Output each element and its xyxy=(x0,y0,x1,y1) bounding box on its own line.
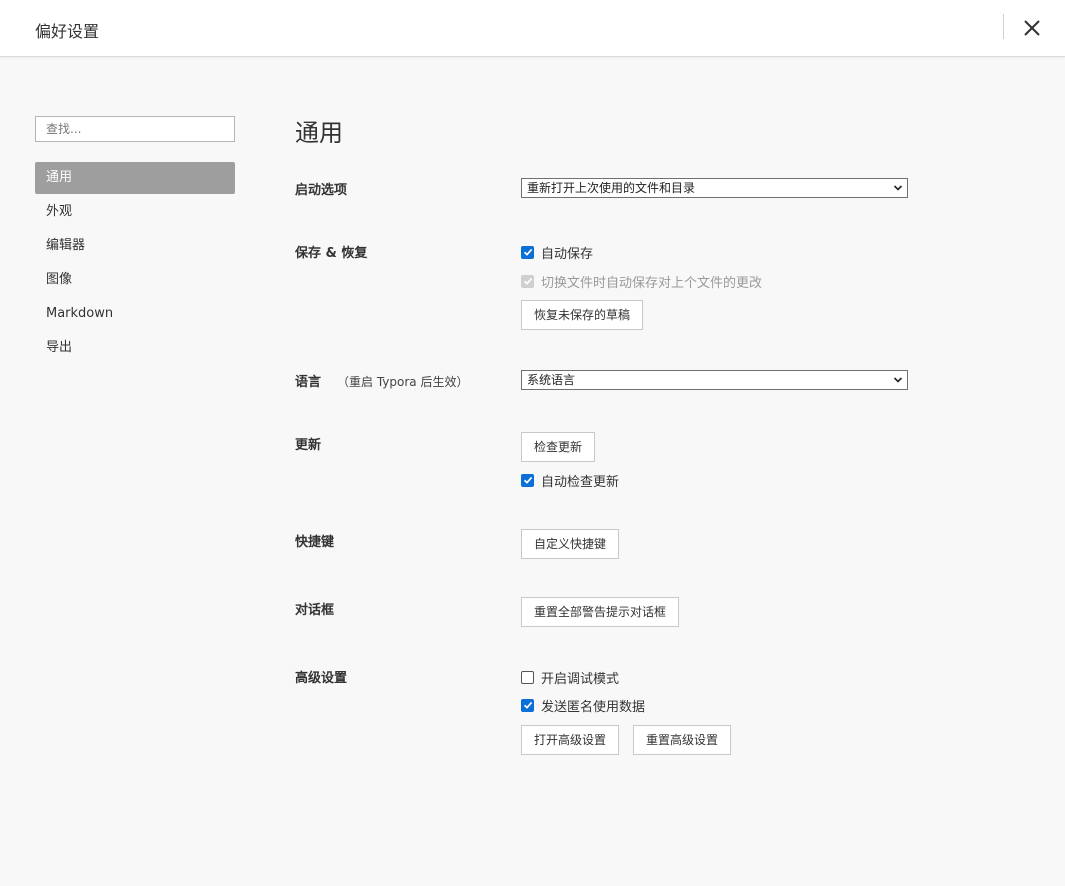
window-title: 偏好设置 xyxy=(35,22,100,41)
title-divider xyxy=(1003,14,1004,39)
shortcuts-label: 快捷键 xyxy=(295,535,335,550)
language-hint: （重启 Typora 后生效） xyxy=(337,375,469,389)
autosave-option[interactable]: 自动保存 xyxy=(521,243,594,262)
save-recover-label: 保存 & 恢复 xyxy=(295,246,368,261)
startup-label: 启动选项 xyxy=(295,183,348,198)
switch-save-option: 切换文件时自动保存对上个文件的更改 xyxy=(521,272,763,291)
sidebar-item-appearance[interactable]: 外观 xyxy=(35,196,235,228)
debug-mode-checkbox[interactable] xyxy=(521,670,534,684)
open-advanced-settings-button[interactable]: 打开高级设置 xyxy=(521,725,620,755)
telemetry-label: 发送匿名使用数据 xyxy=(541,699,646,715)
close-button[interactable] xyxy=(1018,14,1046,42)
sidebar-item-markdown[interactable]: Markdown xyxy=(35,298,235,330)
auto-check-update-option[interactable]: 自动检查更新 xyxy=(521,471,620,490)
switch-save-checkbox xyxy=(521,274,534,288)
language-label: 语言 （重启 Typora 后生效） xyxy=(295,371,468,390)
title-bar: 偏好设置 xyxy=(0,0,1065,57)
startup-select[interactable]: 重新打开上次使用的文件和目录 xyxy=(521,178,908,198)
page-title: 通用 xyxy=(295,119,343,147)
sidebar-nav: 通用 外观 编辑器 图像 Markdown 导出 xyxy=(35,162,235,366)
autosave-checkbox[interactable] xyxy=(521,245,534,259)
update-label: 更新 xyxy=(295,438,322,453)
language-label-text: 语言 xyxy=(295,375,322,390)
reset-warning-dialogs-button[interactable]: 重置全部警告提示对话框 xyxy=(521,597,680,627)
search-input[interactable] xyxy=(35,116,235,142)
checkmark-icon xyxy=(523,277,532,285)
advanced-label: 高级设置 xyxy=(295,671,348,686)
language-select[interactable]: 系统语言 xyxy=(521,370,908,390)
recover-drafts-button[interactable]: 恢复未保存的草稿 xyxy=(521,300,644,330)
checkmark-icon xyxy=(523,701,532,709)
autosave-label: 自动保存 xyxy=(541,246,594,262)
debug-mode-label: 开启调试模式 xyxy=(541,671,620,687)
sidebar-item-editor[interactable]: 编辑器 xyxy=(35,230,235,262)
check-update-button[interactable]: 检查更新 xyxy=(521,432,596,462)
language-select-value: 系统语言 xyxy=(527,373,576,387)
checkmark-icon xyxy=(523,476,532,484)
debug-mode-option[interactable]: 开启调试模式 xyxy=(521,668,620,687)
telemetry-option[interactable]: 发送匿名使用数据 xyxy=(521,696,646,715)
checkmark-icon xyxy=(523,248,532,256)
sidebar-item-general[interactable]: 通用 xyxy=(35,162,235,194)
dialogs-label: 对话框 xyxy=(295,603,335,618)
switch-save-label: 切换文件时自动保存对上个文件的更改 xyxy=(541,275,763,291)
auto-check-update-checkbox[interactable] xyxy=(521,473,534,487)
startup-select-value: 重新打开上次使用的文件和目录 xyxy=(527,181,696,195)
reset-advanced-settings-button[interactable]: 重置高级设置 xyxy=(633,725,732,755)
customize-shortcuts-button[interactable]: 自定义快捷键 xyxy=(521,529,620,559)
telemetry-checkbox[interactable] xyxy=(521,698,534,712)
chevron-down-icon xyxy=(893,185,903,191)
auto-check-update-label: 自动检查更新 xyxy=(541,474,620,490)
close-icon xyxy=(1024,20,1040,36)
sidebar-item-export[interactable]: 导出 xyxy=(35,332,235,364)
chevron-down-icon xyxy=(893,377,903,383)
sidebar-item-image[interactable]: 图像 xyxy=(35,264,235,296)
